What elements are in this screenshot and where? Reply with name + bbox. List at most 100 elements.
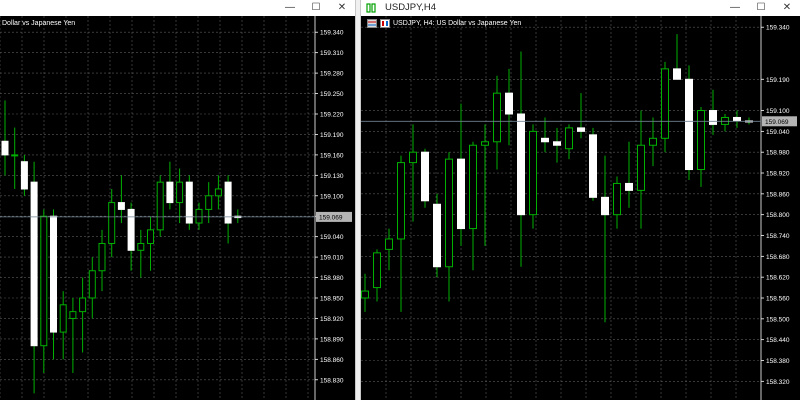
candle-body bbox=[88, 270, 96, 299]
candle-body bbox=[50, 215, 57, 333]
candlestick-chart-right[interactable]: 159.340 159.190 159.100 159.040 158.980 158.9… bbox=[361, 16, 800, 400]
window-titlebar[interactable]: USDJPY,H4 — ☐ ✕ bbox=[361, 0, 800, 17]
chart-background bbox=[361, 16, 800, 400]
candle-body bbox=[98, 242, 106, 272]
candle-body bbox=[529, 130, 537, 216]
candle-body bbox=[613, 182, 621, 216]
candle-body bbox=[493, 92, 501, 143]
candle-body bbox=[214, 188, 222, 197]
candle-body bbox=[409, 151, 417, 164]
candle-body bbox=[20, 161, 28, 190]
candle-body bbox=[637, 144, 645, 191]
candle-body bbox=[577, 127, 585, 132]
candle-body bbox=[397, 162, 405, 240]
current-price-label: 159.069 bbox=[765, 119, 789, 126]
minimize-button[interactable]: — bbox=[277, 0, 303, 16]
close-button[interactable]: ✕ bbox=[329, 0, 355, 16]
y-axis-tick-label: 159.340 bbox=[766, 25, 790, 32]
candle-body bbox=[1, 140, 9, 156]
window-titlebar[interactable]: — ☐ ✕ bbox=[0, 0, 355, 17]
candle-body bbox=[565, 127, 573, 150]
candle-body bbox=[433, 203, 441, 268]
candle-body bbox=[673, 68, 681, 80]
current-price-label: 159.069 bbox=[319, 214, 343, 221]
candle-body bbox=[30, 181, 38, 347]
candle-body bbox=[205, 195, 213, 210]
one-click-trading-icon[interactable] bbox=[380, 19, 390, 28]
y-axis-tick-label: 158.950 bbox=[320, 296, 344, 303]
y-axis-tick-label: 159.190 bbox=[766, 77, 790, 84]
close-button[interactable]: ✕ bbox=[774, 0, 800, 16]
candle-body bbox=[59, 304, 67, 333]
trade-panel-icon[interactable] bbox=[367, 19, 377, 28]
candle-body bbox=[553, 141, 561, 146]
y-axis-tick-label: 159.220 bbox=[320, 112, 344, 119]
candle-body bbox=[733, 116, 741, 122]
candle-body bbox=[127, 208, 135, 251]
y-axis-tick-label: 159.040 bbox=[320, 234, 344, 241]
chart-symbol-label: Dollar vs Japanese Yen bbox=[2, 20, 76, 27]
chart-window-left[interactable]: — ☐ ✕ 159.340 159.310 159.280 159.250 159.22… bbox=[0, 0, 355, 400]
y-axis-tick-label: 158.800 bbox=[766, 212, 790, 219]
y-axis-tick-label: 158.500 bbox=[766, 316, 790, 323]
y-axis-tick-label: 159.250 bbox=[320, 91, 344, 98]
candlestick-chart-left[interactable]: 159.340 159.310 159.280 159.250 159.220 159.1… bbox=[0, 16, 355, 400]
y-axis-tick-label: 158.980 bbox=[766, 150, 790, 157]
candle-body bbox=[709, 110, 717, 125]
candle-body bbox=[649, 137, 657, 146]
maximize-button[interactable]: ☐ bbox=[303, 0, 329, 16]
candle-body bbox=[195, 208, 203, 224]
chart-app-icon bbox=[366, 3, 376, 13]
y-axis-tick-label: 158.860 bbox=[320, 357, 344, 364]
y-axis-tick-label: 158.320 bbox=[766, 379, 790, 386]
y-axis-tick-label: 158.440 bbox=[766, 337, 790, 344]
candle-body bbox=[481, 141, 489, 146]
y-axis-tick-label: 158.920 bbox=[320, 316, 344, 323]
chart-window-right[interactable]: USDJPY,H4 — ☐ ✕ 159.340 159.190 159.100 159… bbox=[361, 0, 800, 400]
y-axis-tick-label: 158.560 bbox=[766, 296, 790, 303]
y-axis-tick-label: 159.040 bbox=[766, 129, 790, 136]
candle-body bbox=[69, 311, 77, 319]
candle-body bbox=[697, 110, 705, 171]
y-axis-tick-label: 159.340 bbox=[320, 30, 344, 37]
candle-body bbox=[147, 229, 154, 244]
y-axis-tick-label: 159.160 bbox=[320, 152, 344, 159]
y-axis-tick-label: 159.280 bbox=[320, 71, 344, 78]
y-axis-tick-label: 158.920 bbox=[766, 171, 790, 178]
y-axis-tick-label: 158.890 bbox=[320, 336, 344, 343]
y-axis-tick-label: 158.680 bbox=[766, 254, 790, 261]
candle-body bbox=[421, 151, 429, 202]
candle-body bbox=[117, 202, 125, 210]
candle-body bbox=[40, 215, 48, 347]
candle-body bbox=[108, 202, 116, 244]
candle-body bbox=[541, 137, 549, 143]
y-axis-tick-label: 159.010 bbox=[320, 255, 344, 262]
candle-body bbox=[445, 158, 453, 268]
candle-body bbox=[589, 134, 597, 198]
candle-body bbox=[79, 297, 87, 313]
candle-body bbox=[385, 238, 393, 250]
maximize-button[interactable]: ☐ bbox=[748, 0, 774, 16]
y-axis-tick-label: 159.190 bbox=[320, 132, 344, 139]
y-axis-tick-label: 158.830 bbox=[320, 377, 344, 384]
candle-body bbox=[457, 158, 465, 230]
candle-body bbox=[137, 242, 145, 251]
candle-body bbox=[601, 196, 609, 216]
candle-body bbox=[373, 252, 381, 289]
candle-body bbox=[156, 181, 164, 231]
window-title: USDJPY,H4 bbox=[385, 2, 437, 13]
y-axis-tick-label: 158.860 bbox=[766, 191, 790, 198]
y-axis-tick-label: 159.130 bbox=[320, 173, 344, 180]
candle-body bbox=[361, 290, 369, 299]
chart-symbol-label: USDJPY, H4: US Dollar vs Japanese Yen bbox=[393, 20, 522, 27]
y-axis-tick-label: 159.100 bbox=[320, 193, 344, 200]
candle-body bbox=[517, 113, 525, 216]
candle-body bbox=[469, 144, 477, 230]
candle-body bbox=[625, 182, 633, 191]
candle-body bbox=[661, 68, 669, 139]
minimize-button[interactable]: — bbox=[722, 0, 748, 16]
y-axis-tick-label: 158.980 bbox=[320, 275, 344, 282]
y-axis-tick-label: 158.380 bbox=[766, 358, 790, 365]
y-axis-tick-label: 158.620 bbox=[766, 275, 790, 282]
candle-body bbox=[11, 154, 19, 157]
